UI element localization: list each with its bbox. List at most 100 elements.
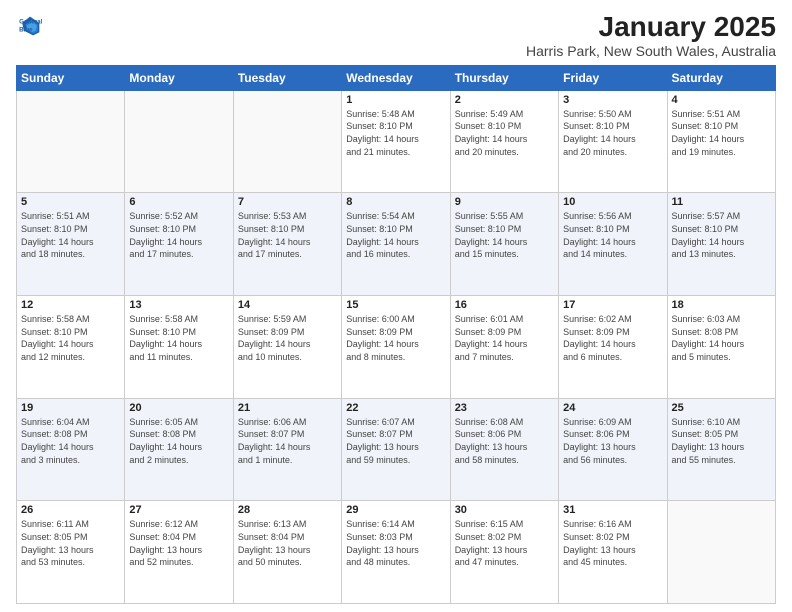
day-info: Sunrise: 5:48 AMSunset: 8:10 PMDaylight:… (346, 108, 445, 158)
day-number: 20 (129, 402, 228, 414)
day-info: Sunrise: 6:07 AMSunset: 8:07 PMDaylight:… (346, 416, 445, 466)
table-row: 15 Sunrise: 6:00 AMSunset: 8:09 PMDayligh… (342, 296, 450, 399)
day-info: Sunrise: 6:04 AMSunset: 8:08 PMDaylight:… (21, 416, 120, 466)
table-row: 14Sunrise: 5:59 AMSunset: 8:09 PMDayligh… (233, 296, 341, 399)
table-row: 22 Sunrise: 6:07 AMSunset: 8:07 PMDayligh… (342, 398, 450, 501)
table-row: 3 Sunrise: 5:50 AMSunset: 8:10 PMDaylight… (559, 90, 667, 193)
table-row: 1Sunrise: 5:48 AMSunset: 8:10 PMDaylight… (342, 90, 450, 193)
day-info: Sunrise: 6:10 AMSunset: 8:05 PMDaylight:… (672, 416, 771, 466)
day-info: Sunrise: 5:53 AMSunset: 8:10 PMDaylight:… (238, 210, 337, 260)
calendar-week-row: 26 Sunrise: 6:11 AMSunset: 8:05 PMDayligh… (17, 501, 776, 604)
day-number: 23 (455, 402, 554, 414)
table-row: 7 Sunrise: 5:53 AMSunset: 8:10 PMDaylight… (233, 193, 341, 296)
day-number: 21 (238, 402, 337, 414)
day-info: Sunrise: 6:12 AMSunset: 8:04 PMDaylight:… (129, 518, 228, 568)
calendar-header-row: Sunday Monday Tuesday Wednesday Thursday… (17, 65, 776, 90)
day-info: Sunrise: 6:02 AMSunset: 8:09 PMDaylight:… (563, 313, 662, 363)
day-number: 22 (346, 402, 445, 414)
col-sunday: Sunday (17, 65, 125, 90)
day-info: Sunrise: 6:08 AMSunset: 8:06 PMDaylight:… (455, 416, 554, 466)
day-info: Sunrise: 6:11 AMSunset: 8:05 PMDaylight:… (21, 518, 120, 568)
day-info: Sunrise: 5:51 AMSunset: 8:10 PMDaylight:… (21, 210, 120, 260)
table-row: 21Sunrise: 6:06 AMSunset: 8:07 PMDayligh… (233, 398, 341, 501)
table-row: 30 Sunrise: 6:15 AMSunset: 8:02 PMDayligh… (450, 501, 558, 604)
day-number: 7 (238, 196, 337, 208)
table-row: 10 Sunrise: 5:56 AMSunset: 8:10 PMDayligh… (559, 193, 667, 296)
day-info: Sunrise: 5:50 AMSunset: 8:10 PMDaylight:… (563, 108, 662, 158)
calendar-table: Sunday Monday Tuesday Wednesday Thursday… (16, 65, 776, 604)
day-number: 18 (672, 299, 771, 311)
day-number: 15 (346, 299, 445, 311)
day-info: Sunrise: 6:15 AMSunset: 8:02 PMDaylight:… (455, 518, 554, 568)
table-row: 23 Sunrise: 6:08 AMSunset: 8:06 PMDayligh… (450, 398, 558, 501)
table-row (17, 90, 125, 193)
table-row: 29 Sunrise: 6:14 AMSunset: 8:03 PMDayligh… (342, 501, 450, 604)
calendar-week-row: 1Sunrise: 5:48 AMSunset: 8:10 PMDaylight… (17, 90, 776, 193)
table-row: 25 Sunrise: 6:10 AMSunset: 8:05 PMDayligh… (667, 398, 775, 501)
day-number: 8 (346, 196, 445, 208)
day-info: Sunrise: 6:03 AMSunset: 8:08 PMDaylight:… (672, 313, 771, 363)
title-block: January 2025 Harris Park, New South Wale… (526, 12, 776, 59)
day-number: 13 (129, 299, 228, 311)
header: General Blue January 2025 Harris Park, N… (16, 12, 776, 59)
col-wednesday: Wednesday (342, 65, 450, 90)
calendar-week-row: 19 Sunrise: 6:04 AMSunset: 8:08 PMDayligh… (17, 398, 776, 501)
day-number: 3 (563, 94, 662, 106)
calendar-week-row: 5 Sunrise: 5:51 AMSunset: 8:10 PMDaylight… (17, 193, 776, 296)
logo-icon: General Blue (16, 12, 44, 40)
day-info: Sunrise: 6:13 AMSunset: 8:04 PMDaylight:… (238, 518, 337, 568)
col-tuesday: Tuesday (233, 65, 341, 90)
day-number: 26 (21, 504, 120, 516)
col-friday: Friday (559, 65, 667, 90)
col-monday: Monday (125, 65, 233, 90)
table-row (125, 90, 233, 193)
day-info: Sunrise: 6:16 AMSunset: 8:02 PMDaylight:… (563, 518, 662, 568)
day-number: 19 (21, 402, 120, 414)
day-number: 24 (563, 402, 662, 414)
day-number: 31 (563, 504, 662, 516)
day-number: 11 (672, 196, 771, 208)
table-row: 28Sunrise: 6:13 AMSunset: 8:04 PMDayligh… (233, 501, 341, 604)
day-number: 14 (238, 299, 337, 311)
day-info: Sunrise: 6:01 AMSunset: 8:09 PMDaylight:… (455, 313, 554, 363)
day-number: 25 (672, 402, 771, 414)
day-info: Sunrise: 5:55 AMSunset: 8:10 PMDaylight:… (455, 210, 554, 260)
day-number: 10 (563, 196, 662, 208)
day-info: Sunrise: 5:51 AMSunset: 8:10 PMDaylight:… (672, 108, 771, 158)
day-number: 30 (455, 504, 554, 516)
day-info: Sunrise: 6:14 AMSunset: 8:03 PMDaylight:… (346, 518, 445, 568)
day-info: Sunrise: 6:09 AMSunset: 8:06 PMDaylight:… (563, 416, 662, 466)
day-info: Sunrise: 6:00 AMSunset: 8:09 PMDaylight:… (346, 313, 445, 363)
day-info: Sunrise: 5:56 AMSunset: 8:10 PMDaylight:… (563, 210, 662, 260)
table-row: 31 Sunrise: 6:16 AMSunset: 8:02 PMDayligh… (559, 501, 667, 604)
day-number: 2 (455, 94, 554, 106)
table-row: 5 Sunrise: 5:51 AMSunset: 8:10 PMDaylight… (17, 193, 125, 296)
day-number: 9 (455, 196, 554, 208)
day-info: Sunrise: 5:57 AMSunset: 8:10 PMDaylight:… (672, 210, 771, 260)
table-row: 26 Sunrise: 6:11 AMSunset: 8:05 PMDayligh… (17, 501, 125, 604)
page: General Blue January 2025 Harris Park, N… (0, 0, 792, 612)
table-row: 11 Sunrise: 5:57 AMSunset: 8:10 PMDayligh… (667, 193, 775, 296)
calendar-week-row: 12Sunrise: 5:58 AMSunset: 8:10 PMDayligh… (17, 296, 776, 399)
table-row: 4 Sunrise: 5:51 AMSunset: 8:10 PMDaylight… (667, 90, 775, 193)
table-row: 20 Sunrise: 6:05 AMSunset: 8:08 PMDayligh… (125, 398, 233, 501)
day-number: 6 (129, 196, 228, 208)
day-info: Sunrise: 5:49 AMSunset: 8:10 PMDaylight:… (455, 108, 554, 158)
table-row: 18 Sunrise: 6:03 AMSunset: 8:08 PMDayligh… (667, 296, 775, 399)
table-row: 2 Sunrise: 5:49 AMSunset: 8:10 PMDaylight… (450, 90, 558, 193)
day-number: 16 (455, 299, 554, 311)
table-row: 16 Sunrise: 6:01 AMSunset: 8:09 PMDayligh… (450, 296, 558, 399)
day-number: 29 (346, 504, 445, 516)
day-number: 4 (672, 94, 771, 106)
day-info: Sunrise: 6:05 AMSunset: 8:08 PMDaylight:… (129, 416, 228, 466)
logo: General Blue (16, 12, 44, 40)
day-info: Sunrise: 5:54 AMSunset: 8:10 PMDaylight:… (346, 210, 445, 260)
day-number: 5 (21, 196, 120, 208)
table-row: 13 Sunrise: 5:58 AMSunset: 8:10 PMDayligh… (125, 296, 233, 399)
table-row: 6Sunrise: 5:52 AMSunset: 8:10 PMDaylight… (125, 193, 233, 296)
day-info: Sunrise: 5:58 AMSunset: 8:10 PMDaylight:… (129, 313, 228, 363)
day-number: 17 (563, 299, 662, 311)
day-info: Sunrise: 5:58 AMSunset: 8:10 PMDaylight:… (21, 313, 120, 363)
calendar-subtitle: Harris Park, New South Wales, Australia (526, 43, 776, 59)
table-row: 12Sunrise: 5:58 AMSunset: 8:10 PMDayligh… (17, 296, 125, 399)
